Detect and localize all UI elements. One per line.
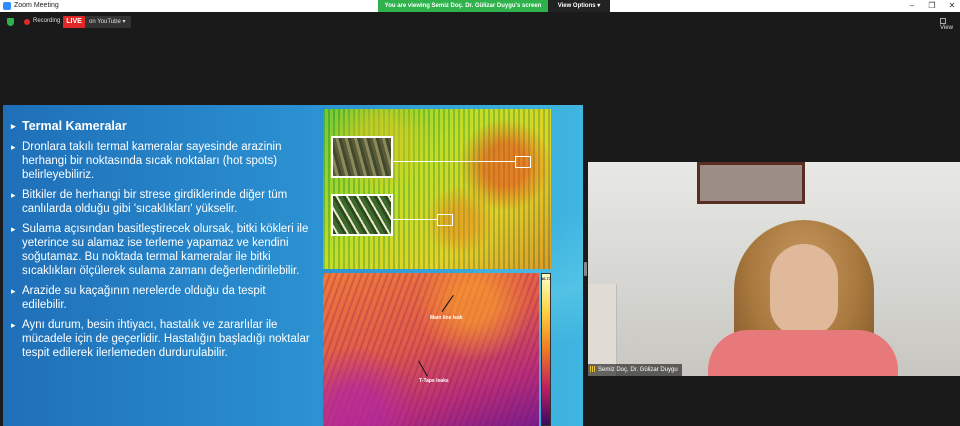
slide-bullet: Aynı durum, besin ihtiyacı, hastalık ve …: [11, 318, 311, 360]
cabinet: [588, 284, 617, 376]
zoom-logo-icon: [3, 2, 11, 10]
slide-bullet: Dronlara takılı termal kameralar sayesin…: [11, 140, 311, 182]
slide-bullet: Arazide su kaçağının nerelerde olduğu da…: [11, 284, 311, 312]
t-tape-leaks-label: T-Tape leaks: [419, 378, 449, 384]
scale-top-label: 46.77: [541, 276, 552, 281]
recording-label: Recording: [33, 18, 61, 24]
view-button[interactable]: View: [940, 18, 960, 31]
crop-photo-inset: [331, 136, 393, 178]
maximize-icon[interactable]: ❐: [927, 1, 937, 11]
main-line-leak-label: Main line leak: [430, 315, 463, 321]
meeting-status-row: Recording LIVE on YouTube ▾ View: [0, 14, 960, 31]
annotation-pointer: [441, 295, 454, 312]
youtube-stream-label: on YouTube: [89, 19, 121, 25]
crop-photo-inset: [331, 194, 393, 236]
chevron-down-icon: ▾: [122, 19, 126, 25]
slide-bullet-list: Termal Kameralar Dronlara takılı termal …: [11, 119, 311, 366]
minimize-icon[interactable]: –: [907, 1, 917, 11]
participant-name-label: Semiz Doç. Dr. Gülizar Duygu: [588, 364, 682, 376]
chevron-down-icon: ▾: [597, 3, 601, 9]
thermal-leak-image: Main line leak T-Tape leaks: [323, 273, 539, 426]
viewing-screen-banner: You are viewing Semiz Doç. Dr. Gülizar D…: [378, 0, 548, 12]
youtube-stream-button[interactable]: on YouTube ▾: [85, 16, 131, 28]
grid-view-icon: [940, 18, 946, 24]
window-title: Zoom Meeting: [14, 2, 59, 9]
hotspot-marker: [437, 214, 453, 226]
slide-bullet: Sulama açısından basitleştirecek olursak…: [11, 222, 311, 278]
view-options-label: View Options: [557, 3, 596, 9]
panel-resize-handle[interactable]: [584, 262, 587, 276]
participant-video[interactable]: Semiz Doç. Dr. Gülizar Duygu: [588, 162, 960, 376]
connector-line: [393, 161, 515, 162]
annotation-pointer: [418, 360, 428, 377]
close-icon[interactable]: ✕: [947, 1, 957, 11]
thermal-field-image: [323, 109, 551, 269]
security-shield-icon[interactable]: [7, 18, 14, 26]
hotspot-marker: [515, 156, 531, 168]
shared-slide: Termal Kameralar Dronlara takılı termal …: [3, 105, 583, 426]
recording-dot-icon: [24, 19, 30, 25]
wall-picture-frame: [697, 162, 805, 204]
connection-signal-icon: [590, 366, 596, 373]
slide-heading: Termal Kameralar: [11, 119, 311, 133]
participant-name: Semiz Doç. Dr. Gülizar Duygu: [598, 367, 678, 373]
participant-face: [770, 244, 838, 336]
view-options-button[interactable]: View Options ▾: [548, 0, 610, 12]
live-badge[interactable]: LIVE: [63, 16, 85, 28]
view-label: View: [940, 24, 953, 31]
temperature-scale: 46.77: [541, 273, 551, 426]
participant-shirt: [708, 330, 898, 376]
connector-line: [393, 219, 437, 220]
slide-bullet: Bitkiler de herhangi bir strese girdikle…: [11, 188, 311, 216]
